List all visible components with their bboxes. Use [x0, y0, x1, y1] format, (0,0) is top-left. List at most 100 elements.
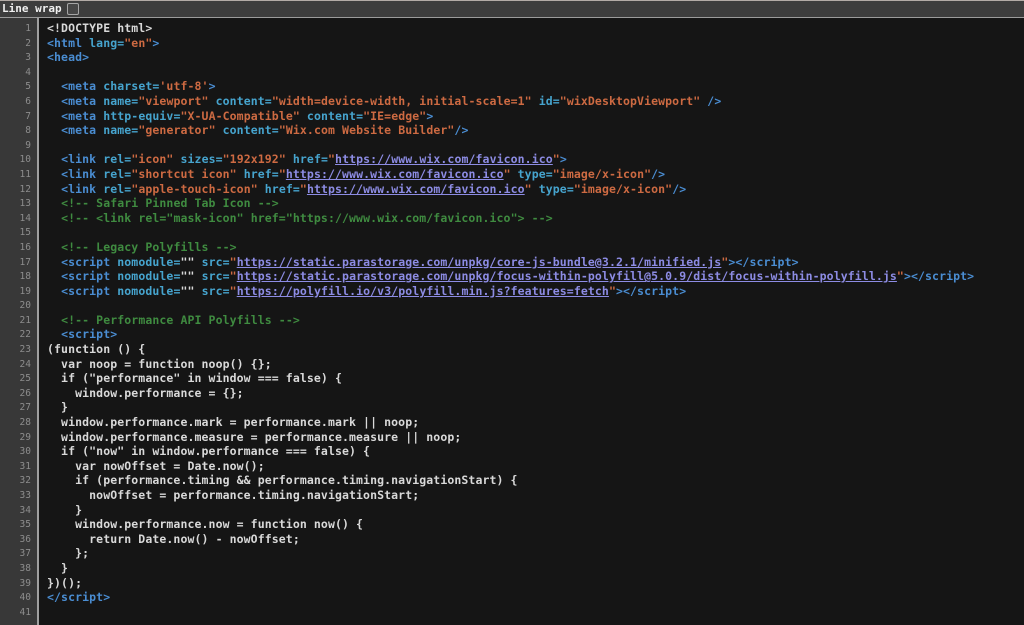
token-attr: id=: [532, 94, 560, 108]
token-plain: }: [47, 503, 82, 517]
line-number: 10: [0, 152, 39, 167]
line-code: <head>: [39, 50, 1024, 65]
line-number: 6: [0, 94, 39, 109]
line-number: 31: [0, 459, 39, 474]
line-number: 7: [0, 109, 39, 124]
token-tag: <script: [61, 284, 110, 298]
line-number: 38: [0, 561, 39, 576]
token-plain: [47, 240, 61, 254]
token-tag: <meta: [61, 79, 96, 93]
token-attr: rel=: [96, 152, 131, 166]
source-line: 10 <link rel="icon" sizes="192x192" href…: [0, 152, 1024, 167]
line-number: 32: [0, 473, 39, 488]
source-line: 38 }: [0, 561, 1024, 576]
token-plain: })();: [47, 576, 82, 590]
line-number: 41: [0, 605, 39, 620]
token-val: ": [525, 182, 532, 196]
line-wrap-checkbox[interactable]: [67, 3, 79, 15]
view-source-toolbar: Line wrap: [0, 0, 1024, 18]
token-val: "generator": [138, 123, 215, 137]
line-code: <!-- Performance API Polyfills -->: [39, 313, 1024, 328]
token-val: ": [230, 255, 237, 269]
token-val: "wixDesktopViewport": [560, 94, 700, 108]
line-code: }: [39, 400, 1024, 415]
token-attr: src=: [195, 284, 230, 298]
token-plain: [47, 327, 61, 341]
source-line: 34 }: [0, 503, 1024, 518]
token-plain: nowOffset = performance.timing.navigatio…: [47, 488, 419, 502]
line-code: })();: [39, 576, 1024, 591]
token-tag: <meta: [61, 109, 96, 123]
token-plain: window.performance = {};: [47, 386, 244, 400]
source-line: 15: [0, 225, 1024, 240]
token-attr: src=: [195, 255, 230, 269]
line-number: 28: [0, 415, 39, 430]
token-plain: [47, 79, 61, 93]
source-line: 30 if ("now" in window.performance === f…: [0, 444, 1024, 459]
token-val: "apple-touch-icon": [131, 182, 257, 196]
source-line: 17 <script nomodule="" src="https://stat…: [0, 255, 1024, 270]
line-number: 15: [0, 225, 39, 240]
token-plain: }: [47, 400, 68, 414]
source-line: 8 <meta name="generator" content="Wix.co…: [0, 123, 1024, 138]
line-code: <script nomodule="" src="https://static.…: [39, 269, 1024, 284]
source-line: 6 <meta name="viewport" content="width=d…: [0, 94, 1024, 109]
source-line: 31 var nowOffset = Date.now();: [0, 459, 1024, 474]
token-qt: "": [180, 255, 194, 269]
token-attr: http-equiv=: [96, 109, 180, 123]
token-attr: href=: [237, 167, 279, 181]
source-line: 28 window.performance.mark = performance…: [0, 415, 1024, 430]
token-attr: lang=: [82, 36, 124, 50]
token-val: "shortcut icon": [131, 167, 236, 181]
token-val: "Wix.com Website Builder": [279, 123, 455, 137]
token-tag: >: [152, 36, 159, 50]
token-plain: [47, 211, 61, 225]
source-link[interactable]: https://www.wix.com/favicon.ico: [335, 152, 553, 166]
line-number: 23: [0, 342, 39, 357]
source-line: 13 <!-- Safari Pinned Tab Icon -->: [0, 196, 1024, 211]
source-link[interactable]: https://www.wix.com/favicon.ico: [286, 167, 504, 181]
source-line: 32 if (performance.timing && performance…: [0, 473, 1024, 488]
source-link[interactable]: https://polyfill.io/v3/polyfill.min.js?f…: [237, 284, 609, 298]
token-plain: window.performance.mark = performance.ma…: [47, 415, 419, 429]
source-line: 33 nowOffset = performance.timing.naviga…: [0, 488, 1024, 503]
source-line: 20: [0, 298, 1024, 313]
source-line: 23(function () {: [0, 342, 1024, 357]
line-number: 11: [0, 167, 39, 182]
line-code: window.performance.now = function now() …: [39, 517, 1024, 532]
line-number: 4: [0, 65, 39, 80]
token-tag: >: [209, 79, 216, 93]
token-val: ": [230, 284, 237, 298]
line-code: <!-- Legacy Polyfills -->: [39, 240, 1024, 255]
line-number: 27: [0, 400, 39, 415]
token-plain: var noop = function noop() {};: [47, 357, 272, 371]
line-code: [39, 298, 1024, 313]
token-plain: [47, 182, 61, 196]
line-number: 17: [0, 255, 39, 270]
token-attr: charset=: [96, 79, 159, 93]
token-val: ": [230, 269, 237, 283]
token-comment: <!-- Legacy Polyfills -->: [61, 240, 237, 254]
line-number: 12: [0, 182, 39, 197]
line-number: 24: [0, 357, 39, 372]
line-code: (function () {: [39, 342, 1024, 357]
line-number: 21: [0, 313, 39, 328]
source-link[interactable]: https://static.parastorage.com/unpkg/cor…: [237, 255, 722, 269]
token-plain: <!DOCTYPE html>: [47, 21, 152, 35]
token-tag: </script>: [47, 590, 110, 604]
source-line: 22 <script>: [0, 327, 1024, 342]
line-number: 26: [0, 386, 39, 401]
source-line: 19 <script nomodule="" src="https://poly…: [0, 284, 1024, 299]
line-code: };: [39, 546, 1024, 561]
line-number: 35: [0, 517, 39, 532]
token-val: ": [328, 152, 335, 166]
source-line: 12 <link rel="apple-touch-icon" href="ht…: [0, 182, 1024, 197]
token-plain: window.performance.now = function now() …: [47, 517, 363, 531]
token-tag: <link: [61, 167, 96, 181]
source-link[interactable]: https://www.wix.com/favicon.ico: [307, 182, 525, 196]
line-code: <meta http-equiv="X-UA-Compatible" conte…: [39, 109, 1024, 124]
line-code: window.performance.measure = performance…: [39, 430, 1024, 445]
source-link[interactable]: https://static.parastorage.com/unpkg/foc…: [237, 269, 897, 283]
source-line: 35 window.performance.now = function now…: [0, 517, 1024, 532]
line-code: <script nomodule="" src="https://static.…: [39, 255, 1024, 270]
